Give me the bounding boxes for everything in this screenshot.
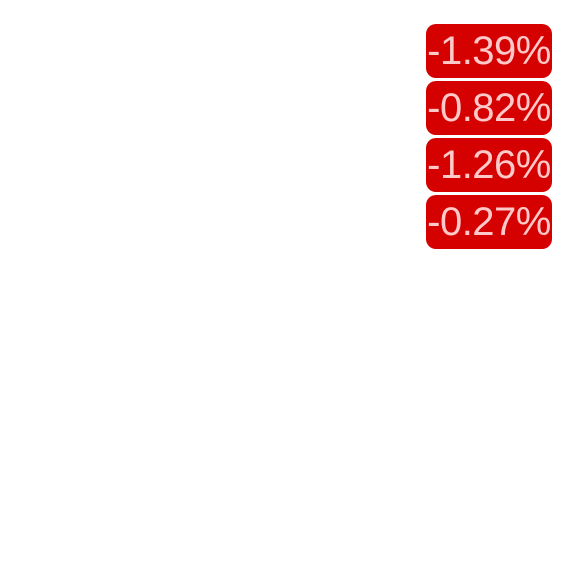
- screen: -1.39% -0.82% -1.26% -0.27%: [0, 0, 576, 576]
- price-change-badge: -1.26%: [426, 138, 552, 192]
- price-change-list: -1.39% -0.82% -1.26% -0.27%: [426, 24, 552, 249]
- price-change-badge: -0.82%: [426, 81, 552, 135]
- price-change-badge: -0.27%: [426, 195, 552, 249]
- price-change-badge: -1.39%: [426, 24, 552, 78]
